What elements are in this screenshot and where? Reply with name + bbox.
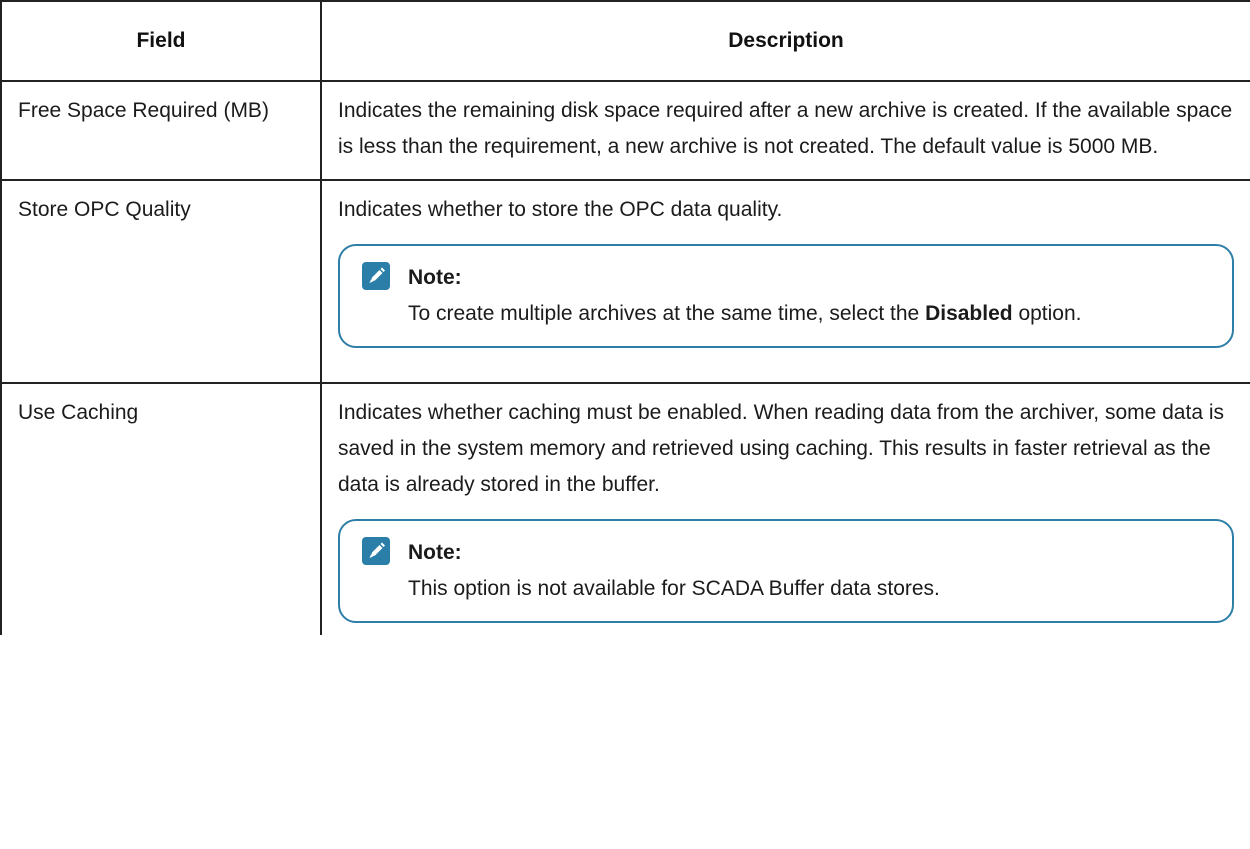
description-cell-with-note: Indicates whether caching must be enable… bbox=[320, 382, 1250, 635]
note-text-emphasis: Disabled bbox=[925, 302, 1013, 325]
note-text-after: option. bbox=[1012, 302, 1082, 325]
note-title: Note: bbox=[408, 266, 462, 289]
fields-table: Field Description Free Space Required (M… bbox=[0, 0, 1250, 635]
note-text-before: To create multiple archives at the same … bbox=[408, 302, 926, 325]
note-box: Note: This option is not available for S… bbox=[338, 519, 1234, 623]
note-text: This option is not available for SCADA B… bbox=[408, 577, 940, 600]
note-title: Note: bbox=[408, 541, 462, 564]
note-pencil-icon bbox=[362, 537, 390, 565]
description-cell: Indicates the remaining disk space requi… bbox=[320, 80, 1250, 181]
note-body: Note: To create multiple archives at the… bbox=[408, 260, 1210, 332]
note-box: Note: To create multiple archives at the… bbox=[338, 244, 1234, 348]
field-cell: Store OPC Quality bbox=[0, 179, 322, 384]
field-cell: Use Caching bbox=[0, 382, 322, 635]
description-cell-with-note: Indicates whether to store the OPC data … bbox=[320, 179, 1250, 384]
table-row: Store OPC Quality Indicates whether to s… bbox=[0, 179, 1250, 384]
note-pencil-icon bbox=[362, 262, 390, 290]
note-body: Note: This option is not available for S… bbox=[408, 535, 1210, 607]
field-cell: Free Space Required (MB) bbox=[0, 80, 322, 181]
table-header-row: Field Description bbox=[0, 0, 1250, 82]
table-row: Free Space Required (MB) Indicates the r… bbox=[0, 80, 1250, 181]
description-text: Indicates whether to store the OPC data … bbox=[338, 198, 783, 221]
table-row: Use Caching Indicates whether caching mu… bbox=[0, 382, 1250, 635]
header-description: Description bbox=[320, 0, 1250, 82]
description-text: Indicates whether caching must be enable… bbox=[338, 401, 1224, 496]
header-field: Field bbox=[0, 0, 322, 82]
note-text: To create multiple archives at the same … bbox=[408, 296, 1210, 332]
